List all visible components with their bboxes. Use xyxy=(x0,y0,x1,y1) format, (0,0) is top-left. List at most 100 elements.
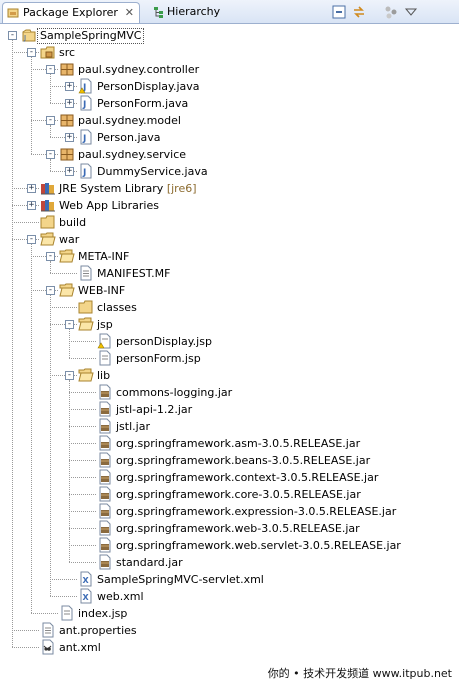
tree-connector xyxy=(69,460,96,461)
library-icon xyxy=(41,183,55,195)
open-folder-icon xyxy=(59,249,75,263)
jar-file-icon xyxy=(99,520,111,536)
xml-file-icon: X xyxy=(80,588,92,604)
expand-icon[interactable]: + xyxy=(65,99,74,108)
collapse-icon[interactable]: - xyxy=(65,371,74,380)
collapse-all-icon[interactable] xyxy=(332,5,346,19)
expand-icon[interactable]: + xyxy=(27,201,36,210)
filters-icon[interactable] xyxy=(384,5,398,19)
tree-item-label: WEB-INF xyxy=(78,282,125,299)
expand-icon[interactable]: + xyxy=(65,167,74,176)
collapse-icon[interactable]: - xyxy=(65,320,74,329)
tab-package-explorer[interactable]: Package Explorer ✕ xyxy=(2,2,140,23)
tree-connector xyxy=(12,647,39,648)
tree-item-name: org.springframework.context-3.0.5.RELEAS… xyxy=(116,471,379,484)
jar-file-icon xyxy=(99,384,111,400)
tree-item-label: PersonDisplay.java xyxy=(97,78,200,95)
tree-connector xyxy=(69,443,96,444)
collapse-icon[interactable]: - xyxy=(46,116,55,125)
tree-item-label: standard.jar xyxy=(116,554,183,571)
tree-connector xyxy=(31,244,32,613)
tree-item-name: org.springframework.beans-3.0.5.RELEASE.… xyxy=(116,454,371,467)
java-file-warning-icon: J xyxy=(78,78,92,94)
tree-item-name: jstl.jar xyxy=(116,420,150,433)
tree-connector xyxy=(69,545,96,546)
jsp-file-icon xyxy=(61,605,73,621)
collapse-icon[interactable]: - xyxy=(46,150,55,159)
expand-icon[interactable]: + xyxy=(27,184,36,193)
link-with-editor-icon[interactable] xyxy=(352,5,366,19)
jar-file-icon xyxy=(99,435,111,451)
expand-icon[interactable]: + xyxy=(65,82,74,91)
package-explorer-icon xyxy=(7,8,19,18)
tree-item-label: JRE System Library [jre6] xyxy=(59,180,197,197)
tree-item-label: src xyxy=(59,44,75,61)
tree-item-name: jsp xyxy=(97,318,113,331)
package-icon xyxy=(60,148,74,161)
jar-file-icon xyxy=(99,537,111,553)
tree-connector xyxy=(12,40,13,647)
collapse-icon[interactable]: - xyxy=(46,286,55,295)
tree-item-decoration: [jre6] xyxy=(166,182,197,195)
collapse-icon[interactable]: - xyxy=(8,31,17,40)
tree-item-label: org.springframework.asm-3.0.5.RELEASE.ja… xyxy=(116,435,360,452)
tree-item-label: paul.sydney.controller xyxy=(78,61,199,78)
tree-item-name: org.springframework.web.servlet-3.0.5.RE… xyxy=(116,539,401,552)
jsp-file-icon xyxy=(99,350,111,366)
tree-connector xyxy=(69,426,96,427)
tree-item-label: build xyxy=(59,214,86,231)
tree-item-label: org.springframework.context-3.0.5.RELEAS… xyxy=(116,469,378,486)
tree-item-name: org.springframework.web-3.0.5.RELEASE.ja… xyxy=(116,522,360,535)
project-icon: J xyxy=(22,29,36,42)
tree-connector xyxy=(69,477,96,478)
collapse-icon[interactable]: - xyxy=(27,48,36,57)
library-icon xyxy=(41,200,55,212)
tree-item-name: index.jsp xyxy=(78,607,128,620)
open-folder-icon xyxy=(59,283,75,297)
jar-file-icon xyxy=(99,418,111,434)
view-menu-icon[interactable] xyxy=(404,5,418,19)
ant-file-icon xyxy=(42,639,54,655)
tree-connector xyxy=(50,261,51,273)
collapse-icon[interactable]: - xyxy=(27,235,36,244)
package-icon xyxy=(60,114,74,127)
jar-file-icon xyxy=(99,452,111,468)
tree-item-label: classes xyxy=(97,299,137,316)
tree-item-label: DummyService.java xyxy=(97,163,208,180)
tree-item-label: commons-logging.jar xyxy=(116,384,232,401)
close-icon[interactable]: ✕ xyxy=(125,3,134,23)
tree-item-name: paul.sydney.controller xyxy=(78,63,200,76)
tree-connector xyxy=(50,159,51,171)
open-folder-icon xyxy=(78,368,94,382)
jar-file-icon xyxy=(99,401,111,417)
collapse-icon[interactable]: - xyxy=(46,252,55,261)
tree-item-label: lib xyxy=(97,367,110,384)
expand-icon[interactable]: + xyxy=(65,133,74,142)
tree-connector xyxy=(69,409,96,410)
tree-item-label: META-INF xyxy=(78,248,129,265)
svg-text:J: J xyxy=(82,100,86,110)
tree-item-name: JRE System Library xyxy=(59,182,164,195)
tree-connector xyxy=(69,358,96,359)
tree-connector xyxy=(31,57,32,154)
tree-item-label: MANIFEST.MF xyxy=(97,265,170,282)
collapse-icon[interactable]: - xyxy=(46,65,55,74)
tree-item-name: war xyxy=(59,233,80,246)
tree-item-name: lib xyxy=(97,369,111,382)
tree-connector xyxy=(50,125,51,137)
tab-hierarchy[interactable]: Hierarchy xyxy=(150,2,230,23)
tree-item-name: META-INF xyxy=(78,250,130,263)
tree-item-name: classes xyxy=(97,301,137,314)
tree-item-name: personForm.jsp xyxy=(116,352,201,365)
tree-item-label: PersonForm.java xyxy=(97,95,188,112)
watermark: 你的 • 技术开发频道 www.itpub.net xyxy=(267,667,452,680)
tree-item-name: org.springframework.asm-3.0.5.RELEASE.ja… xyxy=(116,437,361,450)
tree-item-label: web.xml xyxy=(97,588,144,605)
tree-connector xyxy=(50,74,51,103)
tree-item-label: paul.sydney.model xyxy=(78,112,181,129)
tab-label: Hierarchy xyxy=(167,5,221,18)
tree-item-label: Web App Libraries xyxy=(59,197,159,214)
tree-connector xyxy=(69,562,96,563)
tree-item-name: DummyService.java xyxy=(97,165,208,178)
tree-item-name: Person.java xyxy=(97,131,161,144)
